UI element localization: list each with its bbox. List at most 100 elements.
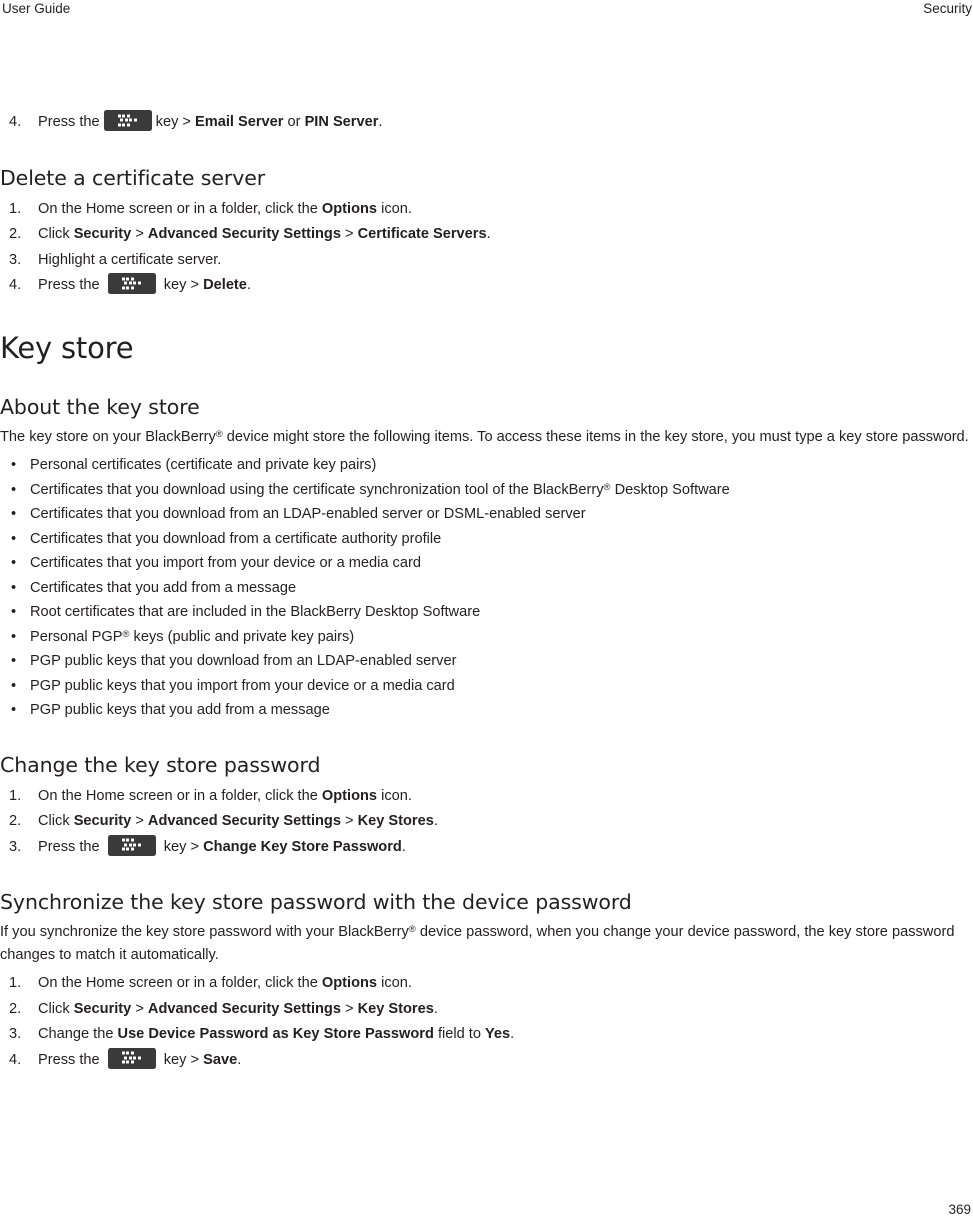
step-number: 4. — [9, 1051, 22, 1068]
bullet-marker-icon: • — [11, 653, 17, 669]
list-item: • Personal PGP® keys (public and private … — [0, 625, 973, 650]
step-list: 1. On the Home screen or in a folder, cli… — [0, 197, 973, 299]
step-text: Press the key > Save. — [38, 1047, 241, 1069]
blackberry-menu-key-icon — [107, 1047, 156, 1069]
step-number: 2. — [9, 813, 22, 829]
page-footer: 369 — [0, 1201, 973, 1219]
vertical-spacer — [0, 860, 973, 890]
running-header: User Guide Security — [0, 0, 973, 18]
step-text: Click Security > Advanced Security Setti… — [38, 1000, 438, 1017]
bullet-text: Root certificates that are included in t… — [30, 604, 481, 620]
section-paragraph: If you synchronize the key store passwor… — [0, 924, 955, 963]
step-text: Press the key > Delete. — [38, 273, 251, 294]
step-list: 1. On the Home screen or in a folder, cli… — [0, 784, 973, 861]
vertical-spacer — [0, 136, 973, 166]
list-item: • PGP public keys that you add from a mes… — [0, 698, 973, 723]
bullet-marker-icon: • — [11, 677, 17, 694]
page-number: 369 — [948, 1202, 971, 1217]
bullet-marker-icon: • — [11, 506, 17, 522]
list-item: • PGP public keys that you download from … — [0, 649, 973, 674]
bullet-list: • Personal certificates (certificate and … — [0, 453, 973, 723]
emphasis-label: Email Server — [195, 114, 284, 130]
list-item: 3. Highlight a certificate server. — [0, 248, 973, 274]
bullet-text: PGP public keys that you download from a… — [30, 653, 457, 669]
list-item: • Certificates that you download from a c… — [0, 527, 973, 552]
step-number: 1. — [9, 975, 22, 991]
vertical-spacer — [0, 723, 973, 753]
list-item: 1. On the Home screen or in a folder, cli… — [0, 197, 973, 223]
bullet-text: Certificates that you download using the… — [30, 481, 730, 498]
step-list: 1. On the Home screen or in a folder, cli… — [0, 971, 973, 1073]
step-number: 2. — [9, 1000, 22, 1017]
section-heading-about-the-key-store: About the key store — [0, 394, 200, 419]
bullet-marker-icon: • — [11, 628, 17, 645]
list-item: 2. Click Security > Advanced Security Set… — [0, 809, 973, 835]
bullet-text: PGP public keys that you add from a mess… — [30, 702, 330, 718]
list-item: • Personal certificates (certificate and … — [0, 453, 973, 478]
list-item: 4. Press the key > Email Server or PIN Se… — [0, 110, 973, 136]
blackberry-menu-key-icon — [107, 273, 156, 294]
list-item: • PGP public keys that you import from yo… — [0, 674, 973, 699]
step-text: Highlight a certificate server. — [38, 251, 222, 268]
bullet-marker-icon: • — [11, 555, 17, 571]
list-item: 1. On the Home screen or in a folder, cli… — [0, 784, 973, 810]
bullet-marker-icon: • — [11, 579, 17, 596]
step-text-pre: Press the — [38, 114, 100, 130]
section-heading-change-the-key-store-password: Change the key store password — [0, 752, 321, 777]
vertical-spacer — [0, 365, 973, 395]
section-container: Delete a certificate server 1. On the Home… — [0, 136, 973, 1074]
step-number: 3. — [9, 838, 22, 855]
bullet-text: Certificates that you download from an L… — [30, 506, 586, 522]
step-text: On the Home screen or in a folder, click… — [38, 975, 412, 991]
step-number: 4. — [9, 277, 22, 293]
header-document-title: User Guide — [2, 1, 71, 16]
step-number: 1. — [9, 200, 22, 217]
step-text: Click Security > Advanced Security Setti… — [38, 813, 438, 829]
step-text: Click Security > Advanced Security Setti… — [38, 226, 491, 242]
step-number: 3. — [9, 251, 22, 268]
bullet-marker-icon: • — [11, 604, 17, 620]
emphasis-label: PIN Server — [304, 114, 379, 130]
list-item: 1. On the Home screen or in a folder, cli… — [0, 971, 973, 997]
bullet-text: Personal certificates (certificate and p… — [30, 457, 377, 473]
bullet-marker-icon: • — [11, 481, 17, 498]
step-number: 4. — [9, 114, 22, 130]
list-item: 3. Press the key > Change Key Store Passw… — [0, 834, 973, 861]
section-heading-key-store: Key store — [0, 330, 134, 365]
bullet-text: PGP public keys that you import from you… — [30, 677, 455, 694]
bullet-marker-icon: • — [11, 530, 17, 547]
bullet-marker-icon: • — [11, 457, 17, 473]
list-item: • Certificates that you add from a messag… — [0, 576, 973, 601]
bullet-text: Personal PGP® keys (public and private k… — [30, 628, 355, 645]
step-text: On the Home screen or in a folder, click… — [38, 787, 412, 804]
list-item: 3. Change the Use Device Password as Key … — [0, 1022, 973, 1048]
section-heading-delete-a-certificate-server: Delete a certificate server — [0, 165, 266, 190]
list-item: 2. Click Security > Advanced Security Set… — [0, 222, 973, 248]
vertical-spacer — [0, 299, 973, 331]
list-item: 2. Click Security > Advanced Security Set… — [0, 997, 973, 1023]
step-number: 3. — [9, 1026, 22, 1042]
document-content: 4. Press the key > Email Server or PIN Se… — [0, 110, 973, 1073]
step-text-post: key > Email Server or PIN Server. — [155, 114, 383, 130]
bullet-text: Certificates that you add from a message — [30, 579, 297, 596]
bullet-marker-icon: • — [11, 702, 17, 718]
list-item: 4. Press the key > Save. — [0, 1047, 973, 1074]
step-text: Press the key > Change Key Store Passwor… — [38, 834, 406, 856]
list-item: 4. Press the key > Delete. — [0, 273, 973, 299]
list-item: • Certificates that you import from your … — [0, 551, 973, 576]
list-item: • Certificates that you download from an … — [0, 502, 973, 527]
section-paragraph: The key store on your BlackBerry® device… — [0, 428, 969, 445]
step-text: Change the Use Device Password as Key St… — [38, 1026, 515, 1042]
blackberry-menu-key-icon — [107, 834, 156, 856]
blackberry-menu-key-icon — [103, 110, 152, 131]
list-item: • Certificates that you download using th… — [0, 478, 973, 503]
step-text: On the Home screen or in a folder, click… — [38, 200, 412, 217]
step-number: 1. — [9, 787, 22, 804]
bullet-text: Certificates that you import from your d… — [30, 555, 421, 571]
continued-step-list: 4. Press the key > Email Server or PIN Se… — [0, 110, 973, 136]
list-item: • Root certificates that are included in … — [0, 600, 973, 625]
bullet-text: Certificates that you download from a ce… — [30, 530, 442, 547]
section-heading-synchronize-the-key-store-password-with-the-device-password: Synchronize the key store password with … — [0, 890, 632, 914]
step-number: 2. — [9, 226, 22, 242]
header-chapter-title: Security — [923, 1, 972, 16]
